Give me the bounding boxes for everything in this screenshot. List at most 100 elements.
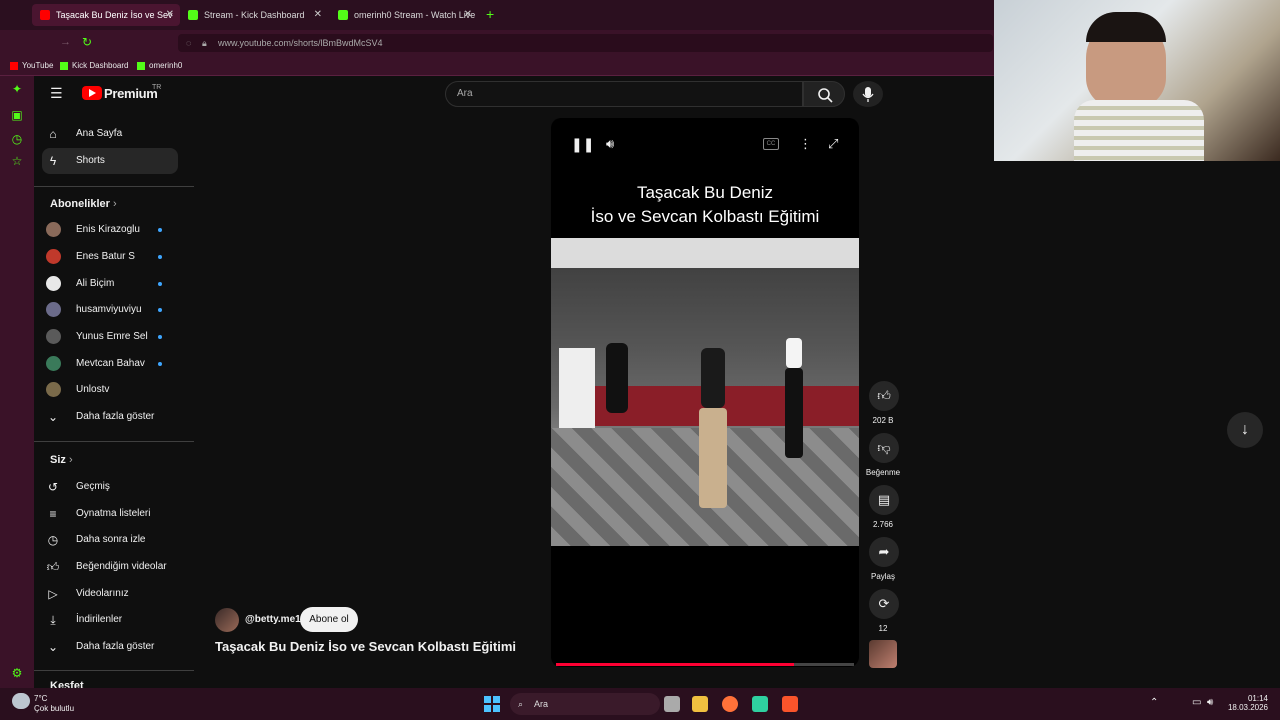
short-title[interactable]: Taşacak Bu Deniz İso ve Sevcan Kolbastı …	[215, 639, 516, 654]
new-content-dot	[158, 282, 162, 286]
star-icon[interactable]: ☆	[10, 154, 24, 168]
voice-search-button[interactable]	[853, 81, 883, 107]
windows-start-icon[interactable]	[484, 696, 500, 712]
comment-icon: ▤	[877, 492, 891, 507]
kick-favicon-icon	[60, 62, 68, 70]
comments-button[interactable]: ▤	[869, 485, 899, 515]
extension-icon[interactable]: ✦	[10, 82, 24, 96]
share-button[interactable]: ➦	[869, 537, 899, 567]
whiteboard	[559, 348, 595, 428]
subscription-item[interactable]: Enis Kirazoglu	[42, 217, 174, 243]
lock-icon: 🔒︎	[202, 38, 207, 48]
search-input[interactable]: Ara	[445, 81, 803, 107]
channel-name[interactable]: @betty.me1	[245, 614, 301, 625]
tab-label: omerinh0 Stream - Watch Live o	[354, 10, 478, 20]
bookmark-label: Kick Dashboard	[72, 61, 129, 70]
subscription-item[interactable]: Mevtcan Bahav	[42, 351, 174, 377]
sidebar-divider	[34, 670, 194, 671]
subscriptions-header[interactable]: Abonelikler ›	[50, 198, 117, 210]
remix-button[interactable]: ⟳	[869, 589, 899, 619]
bookmark-omerinh0[interactable]: omerinh0	[137, 60, 182, 72]
youtube-favicon-icon	[10, 62, 18, 70]
tab-label: Taşacak Bu Deniz İso ve Sev	[56, 10, 173, 20]
sidebar-item-history[interactable]: ↺ Geçmiş	[42, 474, 174, 500]
history-side-icon[interactable]: ◷	[10, 132, 24, 146]
sound-thumbnail[interactable]	[869, 640, 897, 668]
pause-icon[interactable]: ❚❚	[571, 136, 594, 153]
share-icon: ➦	[878, 544, 890, 559]
search-icon: ⌕	[518, 699, 524, 709]
volume-icon[interactable]: 🔊︎	[1207, 697, 1213, 708]
new-tab-icon[interactable]: +	[486, 6, 494, 22]
sidebar-item-shorts[interactable]: ϟ Shorts	[42, 148, 178, 174]
section-label: Siz	[50, 454, 66, 466]
kick-favicon-icon	[338, 10, 348, 20]
sidebar-item-downloads[interactable]: ⤓ İndirilenler	[42, 607, 174, 633]
like-button[interactable]: 👍︎	[869, 381, 899, 411]
subscription-item[interactable]: Unlostv	[42, 377, 174, 403]
file-explorer-icon[interactable]	[692, 696, 708, 712]
clock[interactable]: 01:14 18.03.2026	[1222, 694, 1268, 712]
dancer	[786, 338, 802, 368]
you-header[interactable]: Siz ›	[50, 454, 73, 466]
menu-icon[interactable]: ☰	[50, 86, 66, 100]
youtube-logo-text[interactable]: Premium	[104, 86, 158, 101]
volume-icon[interactable]: 🔊︎	[606, 136, 614, 152]
history-icon: ↺	[47, 480, 59, 494]
subscription-item[interactable]: Ali Biçim	[42, 271, 174, 297]
progress-bar[interactable]	[556, 663, 854, 666]
bookmark-youtube[interactable]: YouTube	[10, 60, 53, 72]
close-icon[interactable]: ✕	[464, 4, 472, 26]
more-options-icon[interactable]: ⋮	[799, 136, 812, 152]
sidebar-item-your-videos[interactable]: ▷ Videolarınız	[42, 581, 174, 607]
settings-icon[interactable]: ⚙	[10, 666, 24, 680]
thumbs-up-icon: 👍︎	[46, 560, 60, 574]
forward-icon[interactable]: →	[60, 36, 71, 48]
show-more-button[interactable]: ⌄ Daha fazla göster	[42, 404, 174, 430]
tab-youtube[interactable]: Taşacak Bu Deniz İso ve Sev ✕	[32, 4, 180, 26]
subscription-item[interactable]: husamviyuviyu	[42, 297, 174, 323]
show-more-button[interactable]: ⌄ Daha fazla göster	[42, 634, 174, 660]
bookmark-kick-dashboard[interactable]: Kick Dashboard	[60, 60, 128, 72]
dislike-button[interactable]: 👎︎	[869, 433, 899, 463]
youtube-logo-icon[interactable]	[82, 86, 102, 100]
search-button[interactable]	[803, 81, 845, 107]
avatar	[46, 249, 61, 264]
new-content-dot	[158, 335, 162, 339]
task-view-icon[interactable]	[664, 696, 680, 712]
weather-icon[interactable]	[12, 693, 30, 709]
captions-icon[interactable]: CC	[763, 138, 779, 150]
chevron-up-icon[interactable]: ⌃	[1150, 697, 1158, 708]
sidebar-item-watch-later[interactable]: ◷ Daha sonra izle	[42, 527, 174, 553]
region-label: TR	[152, 84, 162, 91]
weather-desc[interactable]: Çok bulutlu	[34, 704, 74, 713]
weather-temp[interactable]: 7°C	[34, 694, 47, 703]
next-short-button[interactable]: ↓	[1227, 412, 1263, 448]
sidebar-item-liked-videos[interactable]: 👍︎ Beğendiğim videolar	[42, 554, 174, 580]
avatar	[46, 276, 61, 291]
firefox-icon[interactable]	[722, 696, 738, 712]
tab-kick-dashboard[interactable]: Stream - Kick Dashboard ✕	[180, 4, 328, 26]
app-icon[interactable]	[752, 696, 768, 712]
network-icon[interactable]: ▭	[1192, 697, 1201, 708]
dancer	[606, 343, 628, 413]
wallet-icon[interactable]: ▣	[10, 108, 24, 122]
sidebar-item-playlists[interactable]: ≡ Oynatma listeleri	[42, 501, 174, 527]
subscribe-button[interactable]: Abone ol	[300, 607, 358, 632]
reload-icon[interactable]: ↻	[82, 35, 92, 49]
address-bar[interactable]: ◌ 🔒︎ www.youtube.com/shorts/lBmBwdMcSV4	[178, 34, 993, 52]
subscription-item[interactable]: Yunus Emre Sel	[42, 324, 174, 350]
close-icon[interactable]: ✕	[314, 4, 322, 26]
taskbar-search[interactable]: ⌕ Ara	[510, 693, 660, 715]
subscription-item[interactable]: Enes Batur S	[42, 244, 174, 270]
avatar[interactable]	[215, 608, 239, 632]
dancer	[701, 348, 725, 408]
close-icon[interactable]: ✕	[166, 4, 174, 26]
subscription-label: Ali Biçim	[76, 278, 115, 289]
brave-icon[interactable]	[782, 696, 798, 712]
thumbs-up-icon: 👍︎	[877, 388, 891, 403]
tab-kick-stream[interactable]: omerinh0 Stream - Watch Live o ✕	[330, 4, 478, 26]
fullscreen-icon[interactable]: ⤢	[828, 136, 838, 152]
sidebar-item-home[interactable]: ⌂ Ana Sayfa	[42, 121, 174, 147]
video-frame[interactable]	[551, 238, 859, 546]
